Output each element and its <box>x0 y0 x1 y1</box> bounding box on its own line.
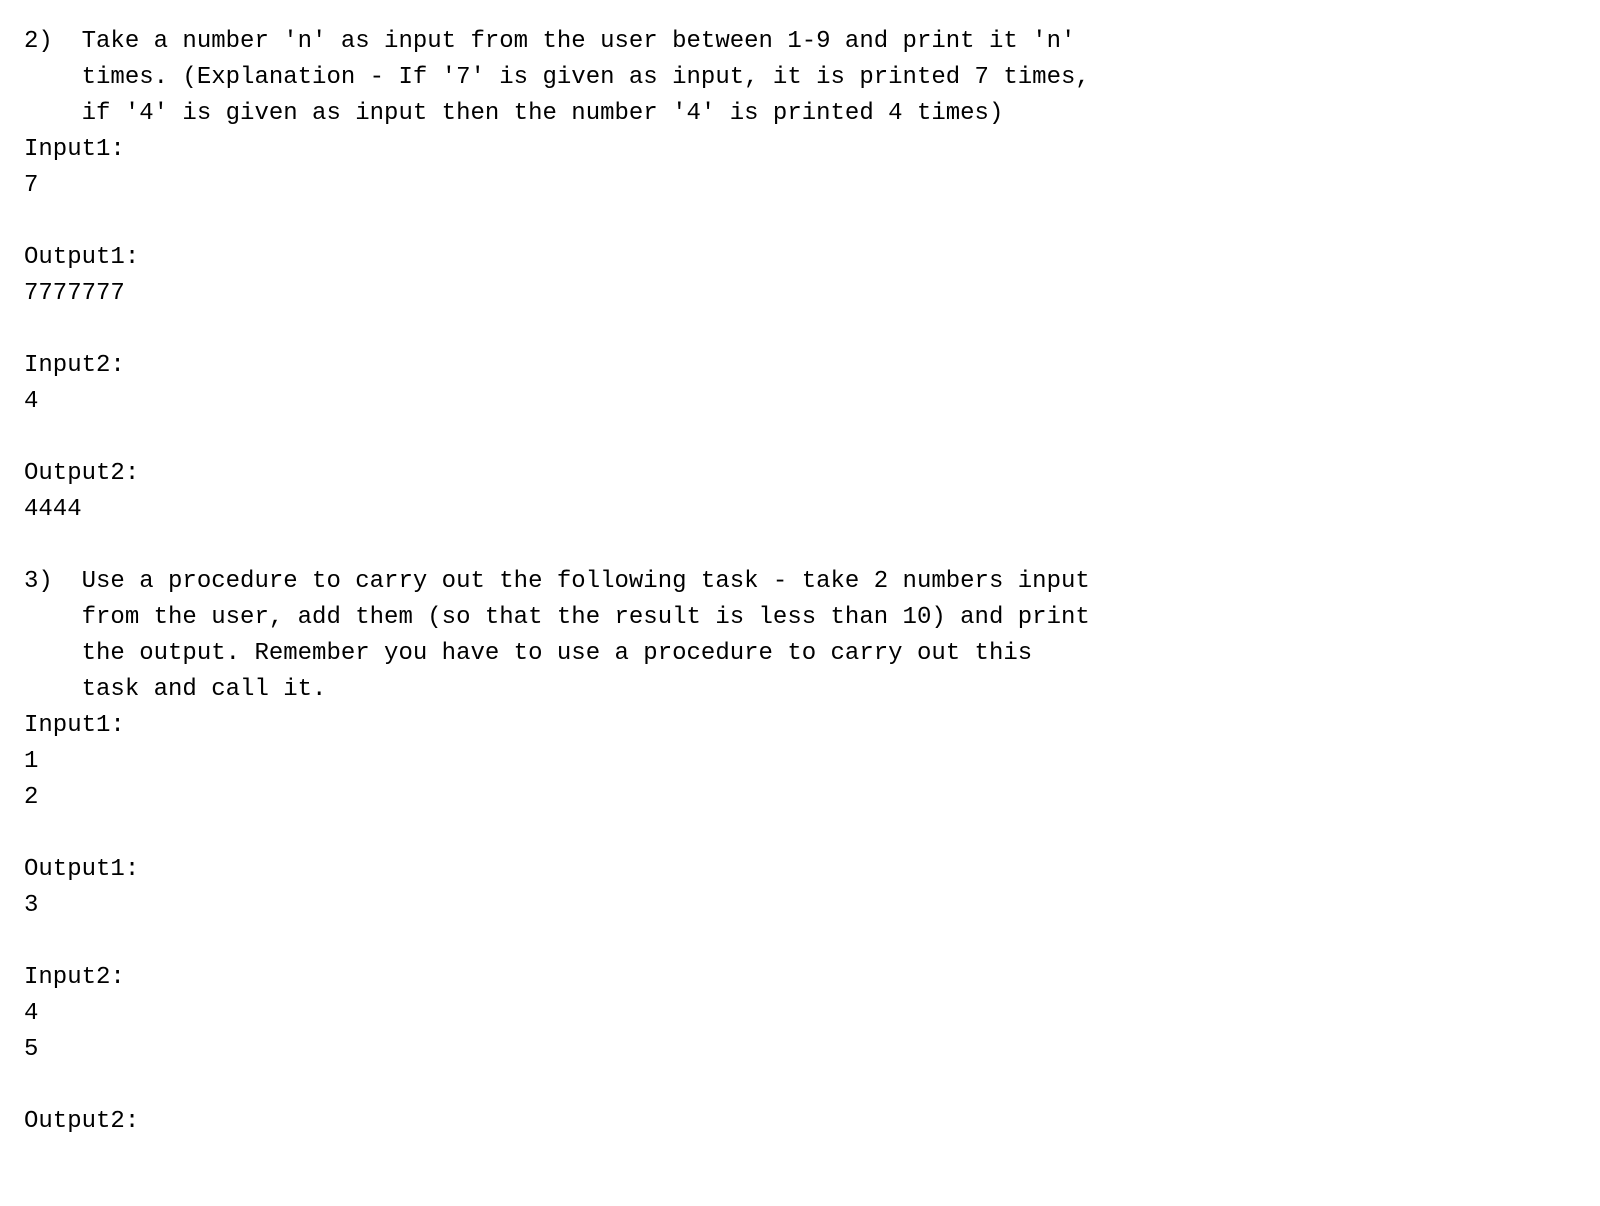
text-line: Output1: <box>24 240 1576 276</box>
text-line: 4 <box>24 996 1576 1032</box>
blank-line <box>24 528 1576 564</box>
text-line: Input2: <box>24 348 1576 384</box>
blank-line <box>24 816 1576 852</box>
text-line: 4444 <box>24 492 1576 528</box>
text-line: Output2: <box>24 1104 1576 1140</box>
blank-line <box>24 924 1576 960</box>
text-line: Input1: <box>24 132 1576 168</box>
text-line: the output. Remember you have to use a p… <box>24 636 1576 672</box>
blank-line <box>24 312 1576 348</box>
text-line: 7 <box>24 168 1576 204</box>
text-line: Output1: <box>24 852 1576 888</box>
text-line: Input2: <box>24 960 1576 996</box>
blank-line <box>24 420 1576 456</box>
text-line: 4 <box>24 384 1576 420</box>
text-line: 1 <box>24 744 1576 780</box>
document-body: 2) Take a number 'n' as input from the u… <box>24 24 1576 1140</box>
text-line: from the user, add them (so that the res… <box>24 600 1576 636</box>
text-line: if '4' is given as input then the number… <box>24 96 1576 132</box>
text-line: 2) Take a number 'n' as input from the u… <box>24 24 1576 60</box>
text-line: Output2: <box>24 456 1576 492</box>
text-line: Input1: <box>24 708 1576 744</box>
text-line: task and call it. <box>24 672 1576 708</box>
text-line: 3 <box>24 888 1576 924</box>
text-line: 3) Use a procedure to carry out the foll… <box>24 564 1576 600</box>
blank-line <box>24 204 1576 240</box>
text-line: 7777777 <box>24 276 1576 312</box>
blank-line <box>24 1068 1576 1104</box>
text-line: 5 <box>24 1032 1576 1068</box>
text-line: 2 <box>24 780 1576 816</box>
text-line: times. (Explanation - If '7' is given as… <box>24 60 1576 96</box>
